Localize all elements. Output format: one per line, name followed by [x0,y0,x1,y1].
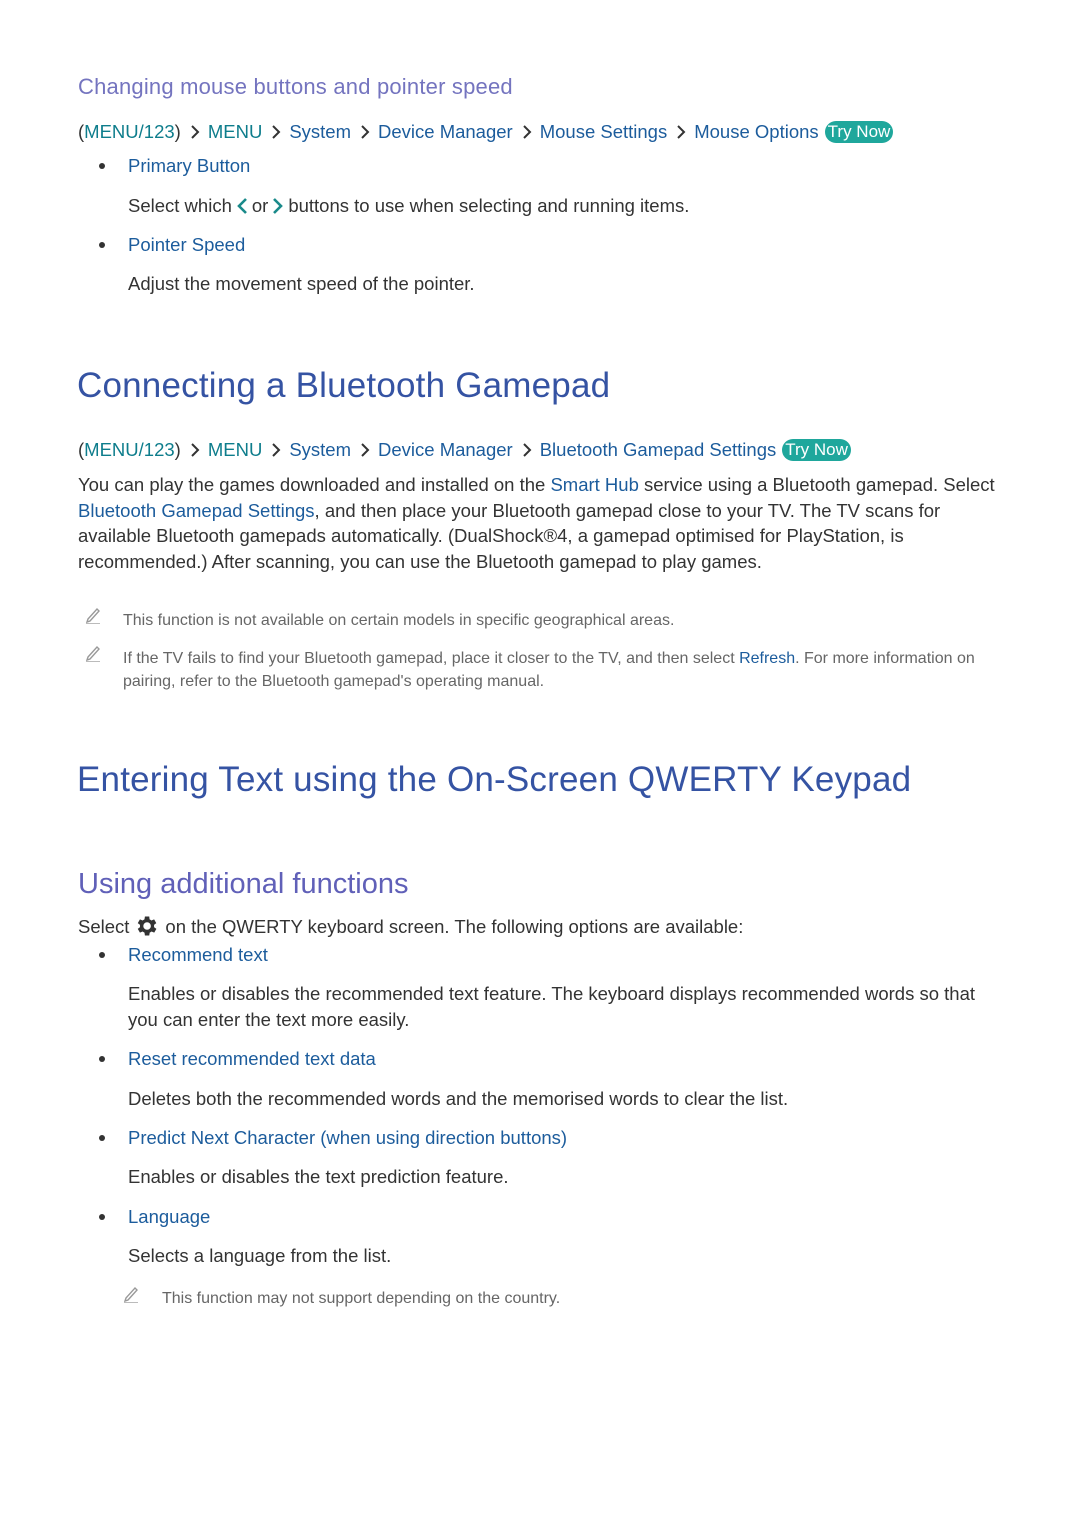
path-item-bluetooth-gamepad-settings: Bluetooth Gamepad Settings [539,439,777,460]
list-item-primary-button: Primary Button [99,155,250,177]
menu-path-mouse-options: (MENU/123) MENU System Device Manager Mo… [78,121,894,143]
item-description: Deletes both the recommended words and t… [128,1088,789,1109]
chevron-right-icon [677,125,686,139]
item-label: Predict Next Character (when using direc… [128,1127,568,1148]
intro-text: Select on the QWERTY keyboard screen. The… [78,913,998,940]
link-smart-hub[interactable]: Smart Hub [550,474,638,495]
list-item-predict-next: Predict Next Character (when using direc… [99,1127,567,1149]
note-text: This function may not support depending … [162,1290,561,1307]
path-item-system: System [289,439,351,460]
page-title-qwerty-keypad: Entering Text using the On-Screen QWERTY… [77,760,912,799]
item-description: Selects a language from the list. [128,1245,392,1266]
path-root: MENU/123 [84,439,175,460]
path-root: MENU/123 [84,121,175,142]
path-item-system: System [289,121,351,142]
item-description: Enables or disables the recommended text… [128,983,976,1030]
item-description: Select which or buttons to use when select… [128,195,690,216]
chevron-right-icon [361,443,370,457]
item-label: Reset recommended text data [128,1048,376,1069]
link-bluetooth-gamepad-settings[interactable]: Bluetooth Gamepad Settings [78,500,315,521]
bullet-dot [99,1214,105,1220]
item-description: Enables or disables the text prediction … [128,1166,509,1187]
chevron-right-icon [272,125,281,139]
item-label: Recommend text [128,944,268,965]
pencil-note-icon [85,607,100,624]
try-now-button[interactable]: Try Now [824,121,894,143]
gamepad-paragraph: You can play the games downloaded and in… [78,474,995,572]
bullet-dot [99,952,105,958]
section-heading-mouse-buttons: Changing mouse buttons and pointer speed [78,74,513,99]
item-label: Pointer Speed [128,234,246,255]
chevron-right-icon [191,125,200,139]
list-item-reset-recommended: Reset recommended text data [99,1048,376,1070]
list-item-language: Language [99,1206,210,1228]
item-label: Primary Button [128,155,251,176]
chevron-right-icon [273,198,284,214]
try-now-button[interactable]: Try Now [782,439,851,461]
path-item-menu: MENU [207,439,263,460]
pencil-note-icon [85,645,100,662]
menu-path-bluetooth-gamepad: (MENU/123) MENU System Device Manager Bl… [78,439,851,461]
chevron-right-icon [522,125,532,139]
bullet-dot [99,163,105,169]
link-refresh[interactable]: Refresh [739,650,795,667]
path-item-device-manager: Device Manager [378,121,513,142]
bullet-dot [99,242,105,248]
section-heading-additional-functions: Using additional functions [78,868,409,900]
note-text: This function is not available on certai… [123,612,675,629]
bullet-dot [99,1056,105,1062]
chevron-left-icon [237,198,247,214]
path-item-menu: MENU [207,121,263,142]
path-item-mouse-settings: Mouse Settings [539,121,668,142]
chevron-right-icon [522,443,532,457]
item-label: Language [128,1206,211,1227]
bullet-dot [99,1135,105,1141]
list-item-pointer-speed: Pointer Speed [99,234,245,256]
list-item-recommend-text: Recommend text [99,944,268,966]
chevron-right-icon [361,125,370,139]
gear-icon [138,916,157,936]
path-item-device-manager: Device Manager [378,439,513,460]
chevron-right-icon [191,443,200,457]
page-title-bluetooth-gamepad: Connecting a Bluetooth Gamepad [77,366,611,405]
item-description: Adjust the movement speed of the pointer… [128,273,475,294]
pencil-note-icon [123,1286,138,1303]
chevron-right-icon [272,443,281,457]
note-text: If the TV fails to find your Bluetooth g… [123,650,975,690]
path-item-mouse-options: Mouse Options [694,121,819,142]
